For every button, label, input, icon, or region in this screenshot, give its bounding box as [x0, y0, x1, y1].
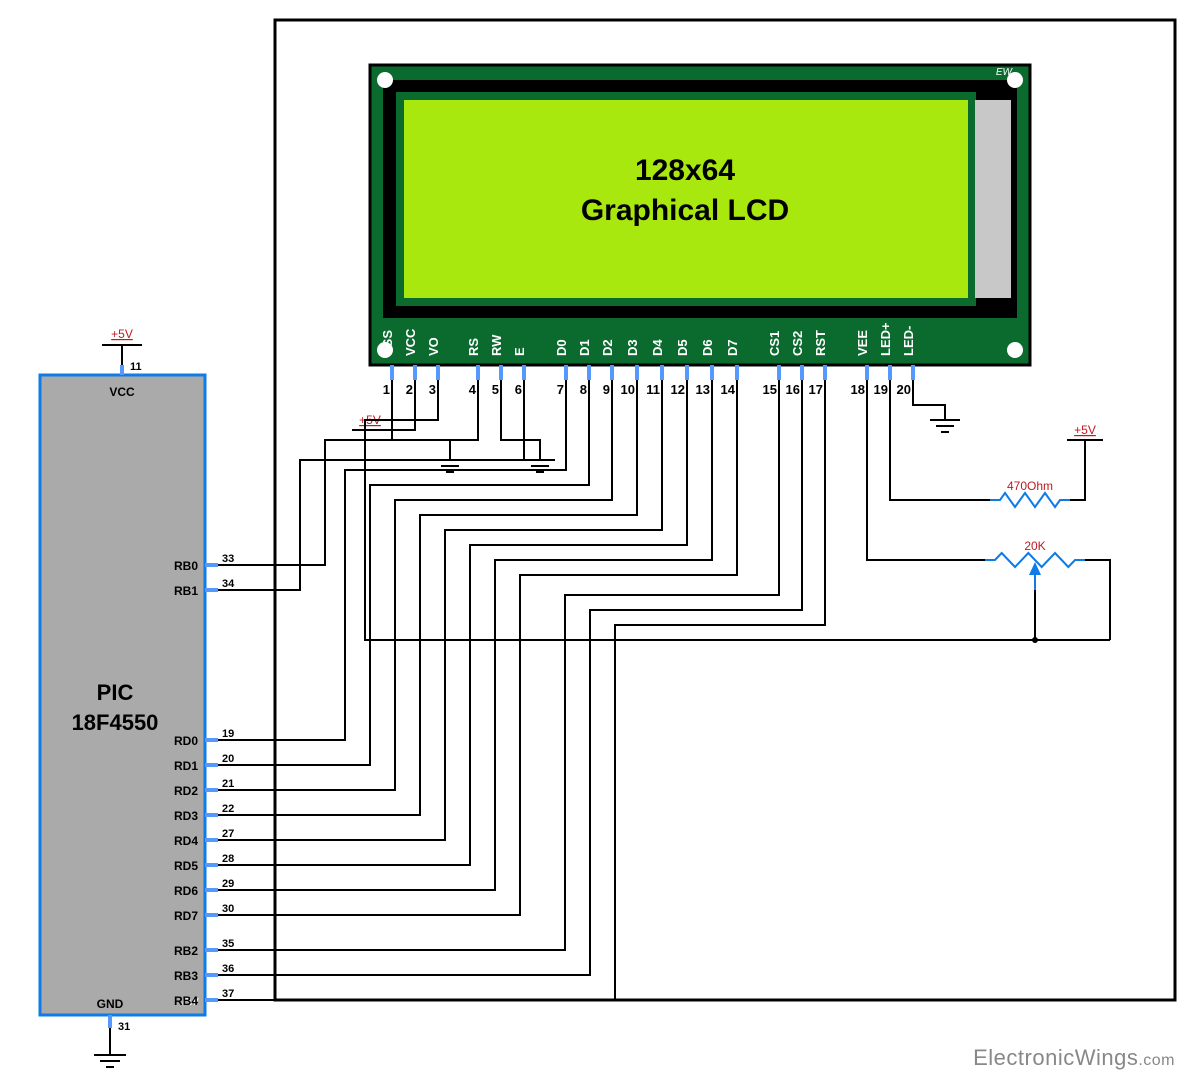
lcd-pin-CS2: CS2: [790, 331, 805, 356]
vcc-rail: +5V: [1067, 423, 1103, 440]
lcd-pin-D6: D6: [700, 339, 715, 356]
mcu-vcc-pin: 11: [130, 361, 142, 373]
resistor-470Ohm: 470Ohm: [990, 479, 1070, 507]
mcu-pinnum-RB3: 36: [222, 963, 234, 975]
mcu-name-line1: PIC: [97, 680, 134, 705]
mcu-vcc-rail: +5V: [111, 327, 133, 341]
mcu-pinnum-RB1: 34: [222, 578, 235, 590]
mcu-pin-RB2: RB2: [174, 944, 198, 958]
lcd-pin-D0: D0: [554, 339, 569, 356]
mcu-name-line2: 18F4550: [72, 710, 159, 735]
lcd-pinnum-18: 18: [851, 382, 865, 397]
lcd-pinnum-10: 10: [621, 382, 635, 397]
mcu-pin-RD1: RD1: [174, 759, 198, 773]
mcu-vcc-label: VCC: [109, 385, 135, 399]
lcd-pinnum-12: 12: [671, 382, 685, 397]
mcu-pinnum-RB2: 35: [222, 938, 234, 950]
lcd-title-line2: Graphical LCD: [581, 194, 789, 227]
lcd-pinnum-19: 19: [874, 382, 888, 397]
lcd-pinnum-15: 15: [763, 382, 777, 397]
lcd-pin-VO: VO: [426, 337, 441, 356]
mcu-pin-RD4: RD4: [174, 834, 198, 848]
lcd-pin-D5: D5: [675, 339, 690, 356]
lcd-pin-D3: D3: [625, 339, 640, 356]
vcc-rail: +5V: [352, 413, 388, 430]
lcd-ew-badge: EW: [996, 67, 1014, 78]
svg-text:20K: 20K: [1024, 539, 1045, 553]
lcd-pinnum-6: 6: [515, 382, 522, 397]
lcd-pinnum-3: 3: [429, 382, 436, 397]
mcu-pin-RB4: RB4: [174, 994, 198, 1008]
ground-icon: [930, 420, 960, 432]
lcd-pinnum-20: 20: [897, 382, 911, 397]
lcd-pin-D4: D4: [650, 339, 665, 356]
mcu-pinnum-RD6: 29: [222, 878, 234, 890]
mcu-pin-RD6: RD6: [174, 884, 198, 898]
mcu-pin-RB3: RB3: [174, 969, 198, 983]
mcu-pinnum-RB0: 33: [222, 553, 234, 565]
mcu-pin-RD7: RD7: [174, 909, 198, 923]
schematic-canvas: PIC 18F4550 VCC 11 +5V EW GND 31 RB033RB…: [0, 0, 1200, 1080]
lcd-title-line1: 128x64: [635, 154, 735, 187]
ground-icon: [94, 1055, 126, 1067]
lcd-pin-LED-: LED-: [901, 326, 916, 356]
mcu-pinnum-RB4: 37: [222, 988, 234, 1000]
lcd-pin-LED+: LED+: [878, 322, 893, 356]
mcu-pinnum-RD1: 20: [222, 753, 234, 765]
mcu-gnd-label: GND: [97, 997, 124, 1011]
lcd-pinnum-17: 17: [809, 382, 823, 397]
lcd-pin-CS1: CS1: [767, 331, 782, 356]
lcd-pinnum-2: 2: [406, 382, 413, 397]
mcu-gnd-pin: 31: [118, 1021, 130, 1033]
mcu-pinnum-RD2: 21: [222, 778, 234, 790]
lcd-block: 128x64 Graphical LCD EW VSS 1 VCC 2 VO 3 RS 4 RW…: [275, 20, 1175, 1000]
mcu-pin-RD0: RD0: [174, 734, 198, 748]
lcd-pin-D1: D1: [577, 339, 592, 356]
mcu-pinnum-RD7: 30: [222, 903, 234, 915]
mcu-pinnum-RD3: 22: [222, 803, 234, 815]
mcu-pin-RD3: RD3: [174, 809, 198, 823]
lcd-pin-RW: RW: [489, 334, 504, 356]
lcd-pinnum-4: 4: [469, 382, 477, 397]
svg-text:+5V: +5V: [1074, 423, 1096, 437]
lcd-pin-VCC: VCC: [403, 328, 418, 356]
lcd-pinnum-7: 7: [557, 382, 564, 397]
lcd-pin-RS: RS: [466, 338, 481, 356]
wiring: [218, 380, 825, 1000]
lcd-pinnum-8: 8: [580, 382, 587, 397]
mcu-pin-RD5: RD5: [174, 859, 198, 873]
lcd-pinnum-9: 9: [603, 382, 610, 397]
lcd-pin-D7: D7: [725, 339, 740, 356]
footer-text: ElectronicWings.com: [973, 1045, 1175, 1070]
lcd-pin-RST: RST: [813, 330, 828, 356]
lcd-pinnum-11: 11: [646, 382, 660, 397]
lcd-pinnum-5: 5: [492, 382, 499, 397]
mcu-pinnum-RD0: 19: [222, 728, 234, 740]
lcd-pinnum-1: 1: [383, 382, 390, 397]
mcu-pinnum-RD5: 28: [222, 853, 234, 865]
lcd-pin-E: E: [512, 347, 527, 356]
mcu-pinnum-RD4: 27: [222, 828, 234, 840]
lcd-pinnum-13: 13: [696, 382, 710, 397]
lcd-pinnum-14: 14: [721, 382, 736, 397]
lcd-pin-VEE: VEE: [855, 330, 870, 356]
mcu-block: PIC 18F4550 VCC 11 +5V EW GND 31 RB033RB…: [40, 327, 235, 1067]
mcu-pin-RB1: RB1: [174, 584, 198, 598]
mcu-pin-RD2: RD2: [174, 784, 198, 798]
mcu-pin-RB0: RB0: [174, 559, 198, 573]
lcd-pin-VSS: VSS: [380, 330, 395, 356]
lcd-pin-D2: D2: [600, 339, 615, 356]
svg-text:470Ohm: 470Ohm: [1007, 479, 1053, 493]
lcd-pinnum-16: 16: [786, 382, 800, 397]
